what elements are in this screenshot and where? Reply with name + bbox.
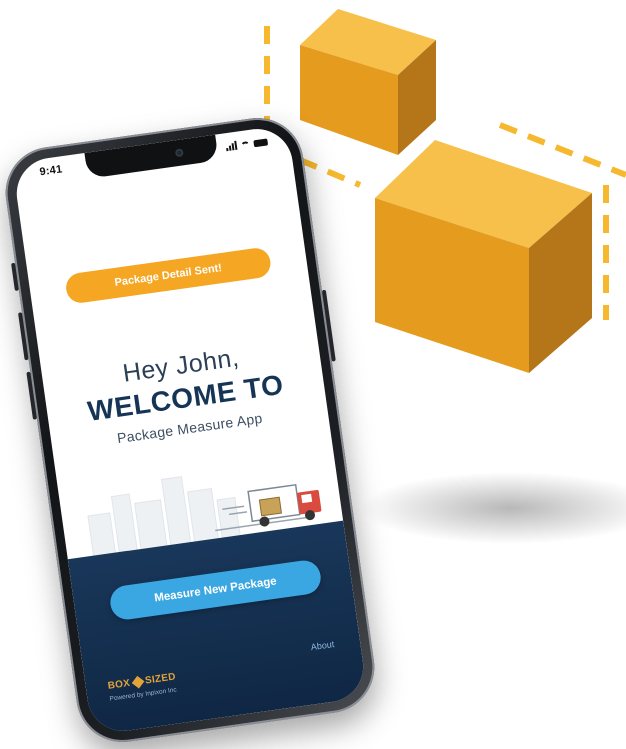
notch (84, 134, 219, 179)
wifi-icon (240, 140, 251, 149)
status-time: 9:41 (38, 163, 64, 179)
small-box-cube-icon (300, 9, 436, 155)
battery-icon (253, 137, 269, 147)
brand-cube-icon (131, 675, 144, 689)
about-link[interactable]: About (310, 639, 335, 652)
measure-new-package-button[interactable]: Measure New Package (108, 558, 323, 622)
large-box-cube-icon (375, 140, 592, 373)
front-camera (174, 148, 184, 158)
bottom-panel: Measure New Package BOX SIZED Powered by… (67, 520, 368, 736)
ground-shadow (360, 472, 626, 544)
status-icons (225, 136, 269, 151)
brand-block: BOX SIZED Powered by Inpixon Inc (107, 671, 178, 702)
signal-icon (225, 140, 238, 151)
package-sent-toast: Package Detail Sent! (64, 246, 273, 305)
brand-logo-part1: BOX (107, 677, 132, 692)
welcome-block: Hey John, WELCOME TO Package Measure App (41, 332, 328, 455)
brand-logo-part2: SIZED (144, 671, 177, 687)
